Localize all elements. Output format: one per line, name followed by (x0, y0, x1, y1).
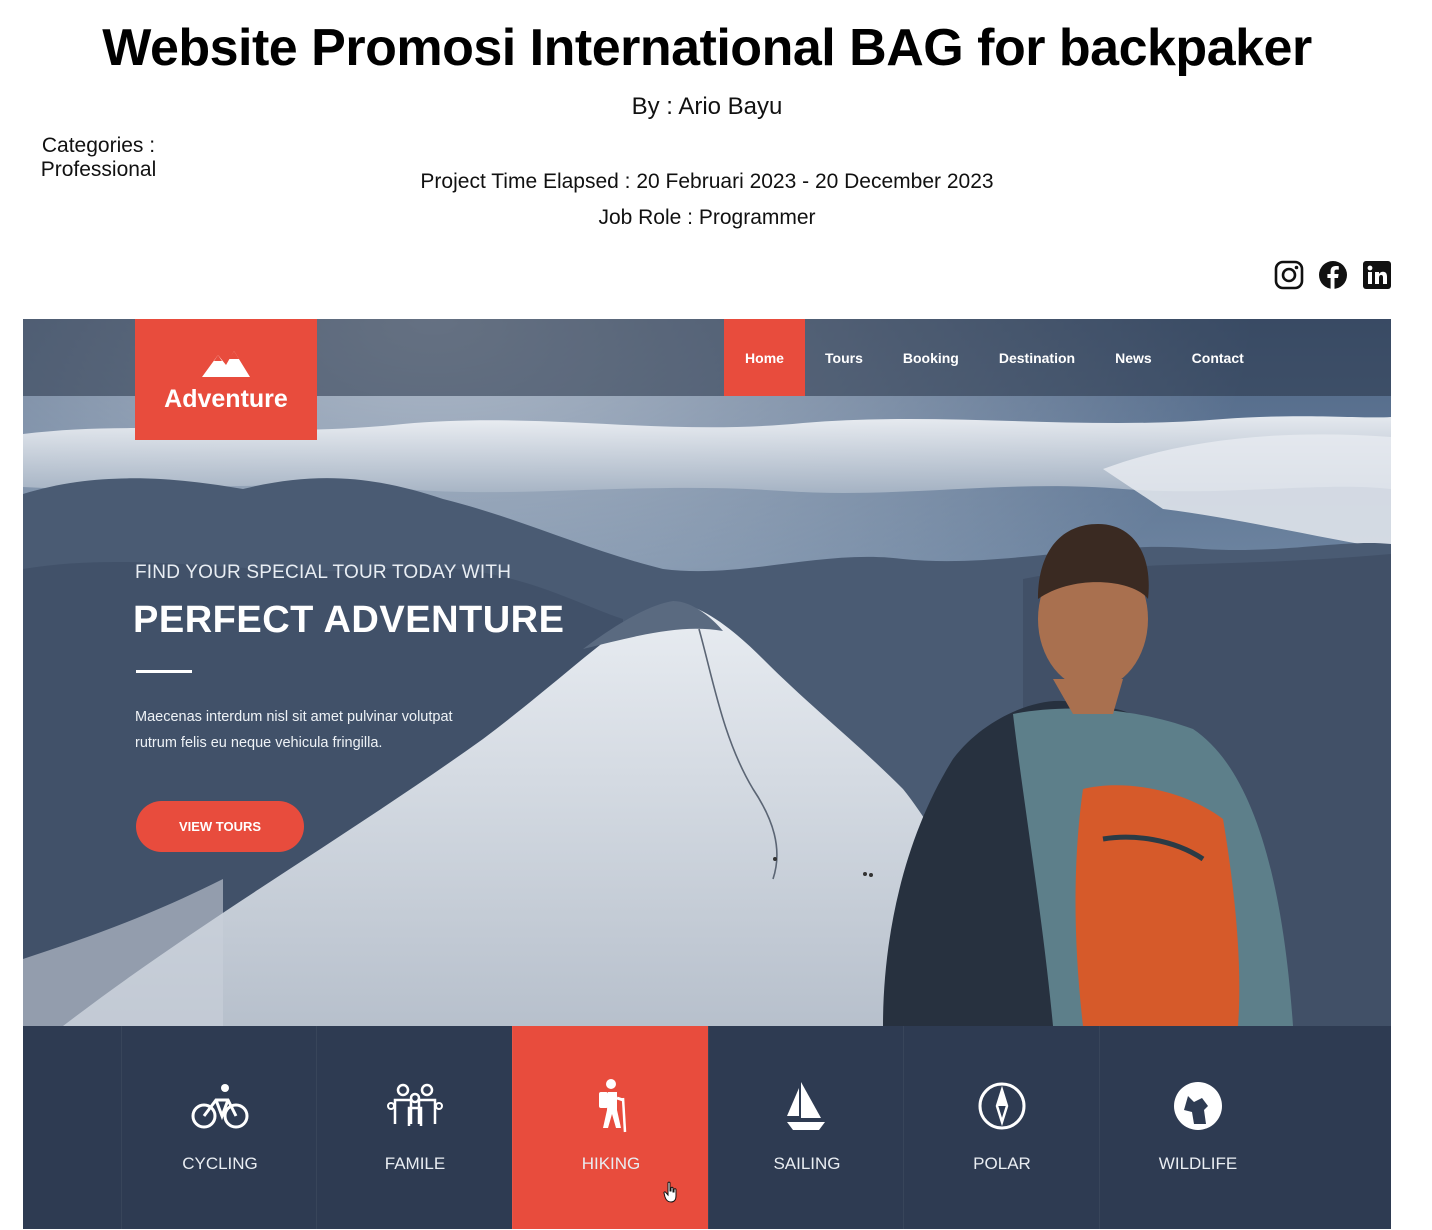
linkedin-icon[interactable] (1362, 260, 1392, 290)
hand-cursor-icon (663, 1181, 677, 1203)
hero-divider (136, 670, 192, 673)
instagram-icon[interactable] (1274, 260, 1304, 290)
logo-text: Adventure (164, 385, 288, 413)
hero-description-line-2: rutrum felis eu neque vehicula fringilla… (135, 735, 383, 751)
hero-subtitle: FIND YOUR SPECIAL TOUR TODAY WITH (135, 562, 512, 583)
website-screenshot: Adventure Home Tours Booking Destination… (23, 319, 1391, 1229)
category-polar[interactable]: POLAR (903, 1026, 1099, 1229)
compass-icon (978, 1082, 1026, 1130)
mountain-icon (202, 351, 250, 377)
hero-section: Adventure Home Tours Booking Destination… (23, 319, 1391, 1026)
category-label: FAMILE (384, 1154, 446, 1173)
category-bar: CYCLING FAMILE HIKING SAILING POLAR WILD… (23, 1026, 1391, 1229)
nav-booking[interactable]: Booking (883, 319, 979, 396)
facebook-icon[interactable] (1318, 260, 1348, 290)
bicycle-icon (191, 1084, 249, 1129)
project-time: Project Time Elapsed : 20 Februari 2023 … (420, 170, 994, 193)
site-nav: Home Tours Booking Destination News Cont… (724, 319, 1264, 396)
family-icon (387, 1083, 443, 1126)
category-wildlife[interactable]: WILDLIFE (1099, 1026, 1295, 1229)
social-links (1274, 260, 1392, 290)
nav-tours[interactable]: Tours (805, 319, 883, 396)
category-label: WILDLIFE (1158, 1154, 1238, 1173)
site-logo[interactable]: Adventure (135, 319, 317, 440)
hero-title: PERFECT ADVENTURE (133, 599, 565, 641)
category-cycling[interactable]: CYCLING (121, 1026, 317, 1229)
category-label: SAILING (773, 1154, 841, 1173)
nav-destination[interactable]: Destination (979, 319, 1095, 396)
hero-description-line-1: Maecenas interdum nisl sit amet pulvinar… (135, 709, 453, 725)
nav-home[interactable]: Home (724, 319, 805, 396)
hero-description: Maecenas interdum nisl sit amet pulvinar… (135, 704, 525, 756)
hiker-icon (599, 1079, 627, 1133)
category-sailing[interactable]: SAILING (708, 1026, 904, 1229)
category-label: HIKING (581, 1154, 641, 1173)
categories: Categories : Professional (0, 134, 196, 337)
category-label: POLAR (973, 1154, 1031, 1173)
author: By : Ario Bayu (631, 93, 783, 120)
nav-news[interactable]: News (1095, 319, 1172, 396)
nav-contact[interactable]: Contact (1172, 319, 1264, 396)
wolf-icon (1174, 1082, 1222, 1130)
category-label: CYCLING (182, 1154, 258, 1173)
job-role: Job Role : Programmer (598, 206, 816, 229)
category-famile[interactable]: FAMILE (316, 1026, 512, 1229)
page-title: Website Promosi International BAG for ba… (102, 19, 1312, 77)
sailboat-icon (787, 1082, 825, 1130)
view-tours-button[interactable]: VIEW TOURS (136, 801, 304, 852)
